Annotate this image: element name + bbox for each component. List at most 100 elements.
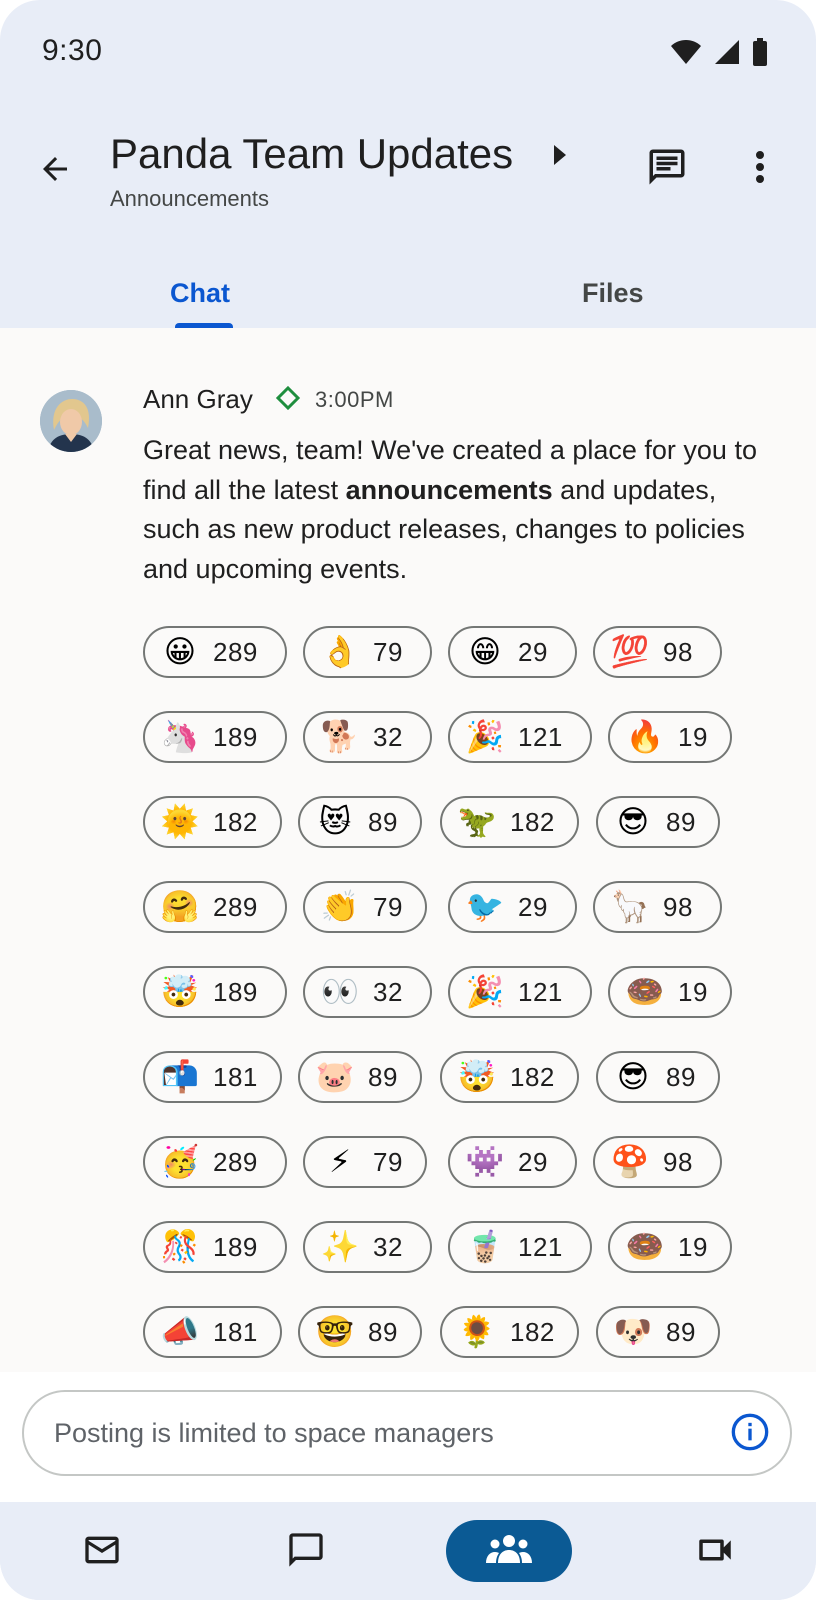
reaction-chip[interactable]: 📣 181 — [143, 1306, 282, 1358]
reaction-chip[interactable]: 🤗 289 — [143, 881, 287, 933]
reaction-chip[interactable]: 🦙 98 — [593, 881, 722, 933]
reaction-emoji: 🤓 — [315, 1313, 355, 1350]
reaction-chip[interactable]: 😎 89 — [596, 1051, 720, 1103]
tab-files[interactable]: Files — [582, 278, 644, 309]
author-name[interactable]: Ann Gray — [143, 384, 253, 415]
reaction-chip[interactable]: 👀 32 — [303, 966, 432, 1018]
reaction-chip[interactable]: 🍄 98 — [593, 1136, 722, 1188]
message-input[interactable] — [52, 1410, 696, 1456]
reaction-chip[interactable]: 😎 89 — [596, 796, 720, 848]
reaction-chip[interactable]: 🎊 189 — [143, 1221, 287, 1273]
composer — [22, 1390, 792, 1476]
reaction-emoji: 😀 — [163, 633, 197, 670]
tab-bar: Chat Files — [0, 250, 816, 328]
app-bar: Panda Team Updates Announcements — [0, 100, 816, 250]
message-text-bold: announcements — [345, 474, 553, 505]
reaction-chip[interactable]: 👾 29 — [448, 1136, 577, 1188]
diamond-badge-icon — [275, 385, 301, 411]
reaction-chip[interactable]: 🐕 32 — [303, 711, 432, 763]
reaction-emoji: 🥳 — [160, 1143, 200, 1180]
signal-icon — [714, 39, 740, 70]
reaction-emoji: 📣 — [160, 1313, 200, 1350]
avatar[interactable] — [40, 390, 102, 452]
reaction-chip[interactable]: 🍩 19 — [608, 1221, 732, 1273]
reaction-chip[interactable]: 🐶 89 — [596, 1306, 720, 1358]
reaction-chip[interactable]: 👌 79 — [303, 626, 432, 678]
reaction-count: 182 — [213, 806, 258, 837]
mail-icon — [82, 1530, 122, 1575]
chat-icon — [286, 1530, 326, 1575]
reaction-count: 79 — [373, 1146, 403, 1177]
reaction-emoji: 🎉 — [465, 973, 505, 1010]
reaction-count: 98 — [663, 1146, 693, 1177]
reaction-chip[interactable]: 😀 289 — [143, 626, 287, 678]
back-button[interactable] — [30, 146, 80, 196]
reaction-count: 89 — [368, 806, 398, 837]
reaction-chip[interactable]: 📬 181 — [143, 1051, 282, 1103]
nav-spaces[interactable] — [446, 1520, 572, 1582]
nav-chat[interactable] — [266, 1522, 346, 1582]
reaction-count: 19 — [678, 1231, 708, 1262]
reaction-count: 121 — [518, 721, 563, 752]
video-icon — [694, 1529, 736, 1576]
reaction-emoji: 🤯 — [457, 1058, 497, 1095]
reaction-count: 89 — [666, 806, 696, 837]
phone-screen: 9:30 Panda Team Updates Announcements Ch… — [0, 0, 816, 1600]
info-button[interactable] — [728, 1412, 772, 1456]
reaction-emoji: 🤗 — [160, 888, 200, 925]
message-list[interactable]: Ann Gray 3:00PM Great news, team! We've … — [0, 328, 816, 1372]
reaction-count: 89 — [368, 1061, 398, 1092]
tab-chat[interactable]: Chat — [170, 278, 230, 309]
reaction-count: 79 — [373, 891, 403, 922]
caret-right-icon[interactable] — [553, 144, 567, 171]
threads-button[interactable] — [642, 144, 692, 194]
reaction-emoji: 📬 — [160, 1058, 200, 1095]
reaction-chip[interactable]: 🐦 29 — [448, 881, 577, 933]
reaction-emoji: 🐕 — [320, 718, 360, 755]
reaction-emoji: 🤯 — [160, 973, 200, 1010]
reaction-chip[interactable]: 💯 98 — [593, 626, 722, 678]
reaction-chip[interactable]: 🌻 182 — [440, 1306, 579, 1358]
reaction-emoji: 🦙 — [610, 888, 650, 925]
reaction-chip[interactable]: 😁 29 — [448, 626, 577, 678]
reaction-count: 98 — [663, 891, 693, 922]
reaction-count: 29 — [518, 636, 548, 667]
reaction-count: 29 — [518, 1146, 548, 1177]
reaction-emoji: 🐷 — [315, 1058, 355, 1095]
more-options-button[interactable] — [735, 144, 785, 194]
reaction-chip[interactable]: ✨ 32 — [303, 1221, 432, 1273]
composer-area — [0, 1372, 816, 1502]
reaction-chip[interactable]: 👏 79 — [303, 881, 427, 933]
reaction-chip[interactable]: 🐷 89 — [298, 1051, 422, 1103]
reaction-chip[interactable]: 🧋 121 — [448, 1221, 592, 1273]
reaction-count: 289 — [213, 1146, 258, 1177]
nav-mail[interactable] — [62, 1522, 142, 1582]
reaction-chip[interactable]: 🤓 89 — [298, 1306, 422, 1358]
reaction-chip[interactable]: 🦄 189 — [143, 711, 287, 763]
reaction-emoji: 🎊 — [160, 1228, 200, 1265]
reaction-emoji: 👌 — [320, 633, 360, 670]
reaction-emoji: 😻 — [318, 803, 352, 840]
reaction-count: 89 — [368, 1316, 398, 1347]
reaction-chip[interactable]: 🍩 19 — [608, 966, 732, 1018]
reaction-chip[interactable]: 🤯 189 — [143, 966, 287, 1018]
reaction-chip[interactable]: ⚡ 79 — [303, 1136, 427, 1188]
space-title[interactable]: Panda Team Updates — [110, 130, 513, 178]
reaction-count: 32 — [373, 976, 403, 1007]
reaction-count: 19 — [678, 976, 708, 1007]
reaction-chip[interactable]: 🤯 182 — [440, 1051, 579, 1103]
reaction-chip[interactable]: 🔥 19 — [608, 711, 732, 763]
reaction-chip[interactable]: 🎉 121 — [448, 966, 592, 1018]
reaction-emoji: 🔥 — [625, 718, 665, 755]
battery-icon — [752, 38, 768, 71]
reaction-chip[interactable]: 🌞 182 — [143, 796, 282, 848]
message-time: 3:00PM — [315, 387, 394, 412]
reaction-count: 29 — [518, 891, 548, 922]
nav-meet[interactable] — [675, 1522, 755, 1582]
reaction-chip[interactable]: 😻 89 — [298, 796, 422, 848]
reaction-chip[interactable]: 🎉 121 — [448, 711, 592, 763]
reaction-count: 121 — [518, 976, 563, 1007]
reaction-chip[interactable]: 🥳 289 — [143, 1136, 287, 1188]
reaction-chip[interactable]: 🦖 182 — [440, 796, 579, 848]
reaction-emoji: 💯 — [610, 633, 650, 670]
